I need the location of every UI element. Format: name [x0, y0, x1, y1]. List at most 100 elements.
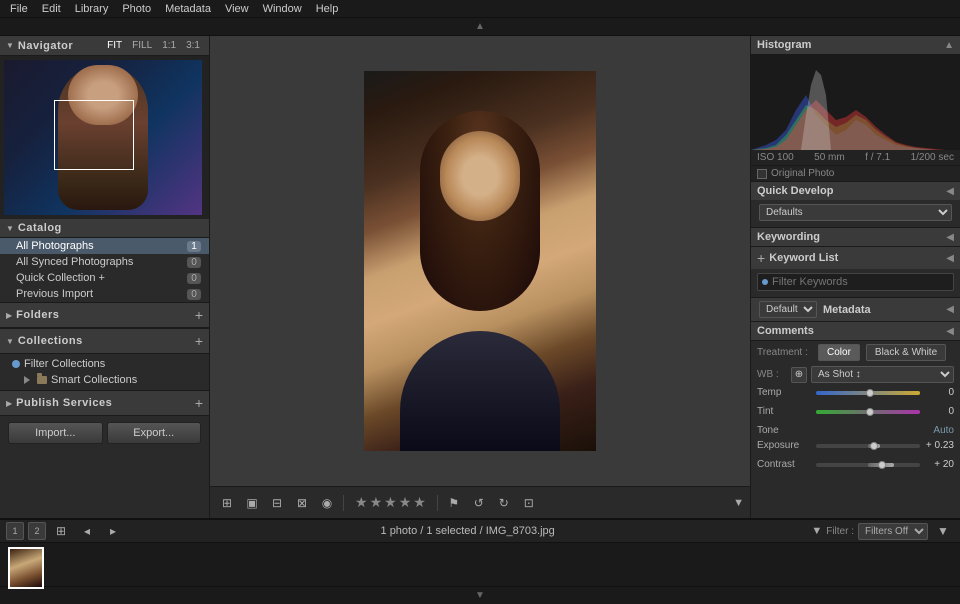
tone-label: Tone	[757, 425, 779, 436]
metadata-header[interactable]: Default Metadata ◀	[751, 298, 960, 321]
tint-label: Tint	[757, 406, 812, 417]
zoom-1-1[interactable]: 1:1	[159, 39, 179, 52]
survey-view-button[interactable]: ⊠	[291, 492, 313, 514]
loupe-view-button[interactable]: ▣	[241, 492, 263, 514]
menu-edit[interactable]: Edit	[36, 2, 67, 16]
right-panel-scroll: Quick Develop ◀ Defaults Keywording ◀	[751, 182, 960, 518]
contrast-slider[interactable]	[816, 463, 920, 467]
menu-help[interactable]: Help	[310, 2, 345, 16]
wb-select[interactable]: As Shot ↕ Auto Daylight Cloudy	[811, 366, 954, 383]
menu-window[interactable]: Window	[257, 2, 308, 16]
crop-button[interactable]: ⊡	[518, 492, 540, 514]
metadata-preset-select[interactable]: Default	[759, 301, 817, 318]
catalog-all-photos[interactable]: All Photographs 1	[0, 238, 209, 254]
temp-slider[interactable]	[816, 391, 920, 395]
top-collapse-bar[interactable]: ▲	[0, 18, 960, 36]
top-arrow-icon[interactable]: ▲	[475, 21, 485, 32]
menu-view[interactable]: View	[219, 2, 255, 16]
bottom-arrow-icon[interactable]: ▼	[475, 590, 485, 601]
navigator-image	[4, 60, 202, 215]
publish-services-header-left: ▶ Publish Services	[6, 397, 112, 409]
histogram-focal: 50 mm	[814, 152, 845, 163]
menu-file[interactable]: File	[4, 2, 34, 16]
collections-collapse-icon: ▼	[6, 337, 14, 346]
catalog-header[interactable]: ▼ Catalog	[0, 219, 209, 238]
temp-slider-thumb	[866, 389, 874, 397]
keywording-header[interactable]: Keywording ◀	[751, 228, 960, 246]
catalog-quick-collection[interactable]: Quick Collection + 0	[0, 270, 209, 286]
keyword-list-add-icon[interactable]: +	[757, 250, 765, 266]
filmstrip-next-button[interactable]: ▸	[102, 520, 124, 542]
catalog-previous-import[interactable]: Previous Import 0	[0, 286, 209, 302]
histogram-header[interactable]: Histogram ▲	[751, 36, 960, 55]
camera-overlay-button[interactable]: ◉	[316, 492, 338, 514]
metadata-title: Metadata	[823, 304, 871, 316]
wb-eyedropper-button[interactable]: ⊕	[791, 367, 807, 383]
exposure-slider[interactable]	[816, 444, 920, 448]
publish-services-add-button[interactable]: +	[195, 395, 203, 411]
star-1[interactable]: ★	[355, 494, 368, 511]
collections-header[interactable]: ▼ Collections +	[0, 328, 209, 354]
filmstrip-dropdown-button[interactable]: ▼	[932, 520, 954, 542]
keyword-list-content	[751, 269, 960, 297]
tone-auto-button[interactable]: Auto	[933, 425, 954, 436]
histogram-aperture: f / 7.1	[865, 152, 890, 163]
photo-display[interactable]	[210, 36, 750, 486]
filmstrip-view2-button[interactable]: 2	[28, 522, 46, 540]
tint-slider[interactable]	[816, 410, 920, 414]
menu-library[interactable]: Library	[69, 2, 115, 16]
comments-header[interactable]: Comments ◀	[751, 322, 960, 340]
filmstrip-prev-button[interactable]: ◂	[76, 520, 98, 542]
publish-services-header[interactable]: ▶ Publish Services +	[0, 390, 209, 416]
compare-view-button[interactable]: ⊟	[266, 492, 288, 514]
original-photo-checkbox[interactable]	[757, 169, 767, 179]
navigator-header-left: ▼ Navigator	[6, 40, 73, 52]
catalog-title: Catalog	[18, 222, 62, 234]
qd-preset-select[interactable]: Defaults	[759, 204, 952, 221]
folders-header[interactable]: ▶ Folders +	[0, 302, 209, 328]
keyword-filter-dot-icon	[762, 279, 768, 285]
navigator-header[interactable]: ▼ Navigator FIT FILL 1:1 3:1	[0, 36, 209, 56]
filmstrip-view1-button[interactable]: 1	[6, 522, 24, 540]
color-treatment-button[interactable]: Color	[818, 344, 860, 361]
toolbar-dropdown[interactable]: ▼	[733, 497, 744, 509]
menu-photo[interactable]: Photo	[116, 2, 157, 16]
menu-metadata[interactable]: Metadata	[159, 2, 217, 16]
catalog-synced-photos[interactable]: All Synced Photographs 0	[0, 254, 209, 270]
keywording-section: Keywording ◀	[751, 228, 960, 247]
folders-collapse-icon: ▶	[6, 311, 12, 320]
quick-develop-title: Quick Develop	[757, 185, 833, 197]
keywording-collapse-icon: ◀	[946, 232, 954, 243]
smart-collections-item[interactable]: Smart Collections	[0, 372, 209, 388]
import-button[interactable]: Import...	[8, 422, 103, 444]
navigator-thumbnail[interactable]	[0, 56, 209, 219]
bw-treatment-button[interactable]: Black & White	[866, 344, 946, 361]
folders-add-button[interactable]: +	[195, 307, 203, 323]
zoom-3-1[interactable]: 3:1	[183, 39, 203, 52]
filmstrip-path-dropdown[interactable]: ▼	[811, 525, 822, 537]
rotate-cw-button[interactable]: ↻	[493, 492, 515, 514]
reject-button[interactable]: ↺	[468, 492, 490, 514]
collections-add-button[interactable]: +	[195, 333, 203, 349]
zoom-fill[interactable]: FILL	[129, 39, 155, 52]
star-3[interactable]: ★	[384, 494, 397, 511]
right-panel: Histogram ▲ ISO 100	[750, 36, 960, 518]
filmstrip-grid-button[interactable]: ⊞	[50, 520, 72, 542]
filter-collections-item[interactable]: Filter Collections	[0, 356, 209, 372]
keyword-list-header[interactable]: + Keyword List ◀	[751, 247, 960, 269]
flag-button[interactable]: ⚑	[443, 492, 465, 514]
star-4[interactable]: ★	[399, 494, 412, 511]
navigator-title: Navigator	[18, 40, 73, 52]
temp-row: Temp 0	[751, 385, 960, 400]
zoom-fit[interactable]: FIT	[104, 39, 125, 52]
treatment-row: Treatment : Color Black & White	[751, 341, 960, 364]
keyword-list-header-left: + Keyword List	[757, 250, 838, 266]
film-thumbnail-1[interactable]	[8, 547, 44, 589]
filmstrip-filter-select[interactable]: Filters Off	[858, 523, 928, 540]
grid-view-button[interactable]: ⊞	[216, 492, 238, 514]
keyword-filter-input[interactable]	[772, 276, 949, 288]
star-2[interactable]: ★	[370, 494, 383, 511]
star-5[interactable]: ★	[413, 494, 426, 511]
export-button[interactable]: Export...	[107, 422, 202, 444]
quick-develop-header[interactable]: Quick Develop ◀	[751, 182, 960, 200]
